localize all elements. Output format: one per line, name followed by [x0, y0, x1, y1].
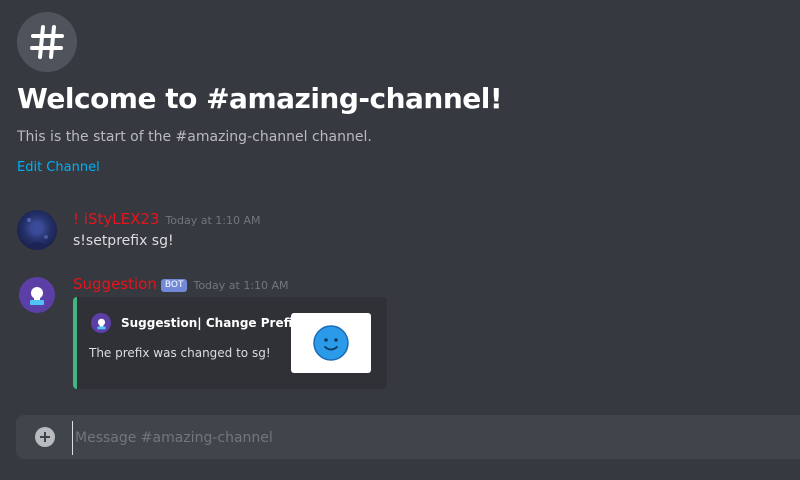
bot-tag: BOT	[160, 279, 188, 292]
embed-description: The prefix was changed to sg!	[89, 346, 271, 360]
lightbulb-icon	[91, 313, 111, 333]
message-input[interactable]	[72, 421, 777, 455]
embed-thumbnail[interactable]	[291, 313, 371, 373]
message-timestamp: Today at 1:10 AM	[193, 279, 289, 292]
bot-avatar[interactable]	[19, 277, 55, 313]
welcome-subtitle: This is the start of the #amazing-channe…	[17, 129, 372, 145]
message-content: s!setprefix sg!	[73, 233, 174, 249]
plus-circle-icon[interactable]	[35, 427, 55, 447]
message-embed: Suggestion| Change Prefix The prefix was…	[73, 297, 387, 389]
embed-author-name: Suggestion| Change Prefix	[121, 316, 301, 330]
user-avatar[interactable]	[17, 210, 57, 250]
message-user: ! iStyLEX23 Today at 1:10 AM s!setprefix …	[0, 210, 800, 255]
welcome-title: Welcome to #amazing-channel!	[17, 82, 503, 115]
channel-hash-icon	[17, 12, 77, 72]
edit-channel-link[interactable]: Edit Channel	[17, 160, 100, 175]
message-timestamp: Today at 1:10 AM	[165, 214, 261, 227]
message-composer	[16, 415, 800, 459]
lightbulb-icon	[30, 287, 44, 305]
message-author[interactable]: Suggestion BOT Today at 1:10 AM	[73, 275, 289, 293]
message-author[interactable]: ! iStyLEX23 Today at 1:10 AM	[73, 210, 261, 228]
smiley-face-icon	[313, 325, 349, 361]
author-name[interactable]: ! iStyLEX23	[73, 210, 159, 228]
author-name[interactable]: Suggestion	[73, 275, 157, 293]
